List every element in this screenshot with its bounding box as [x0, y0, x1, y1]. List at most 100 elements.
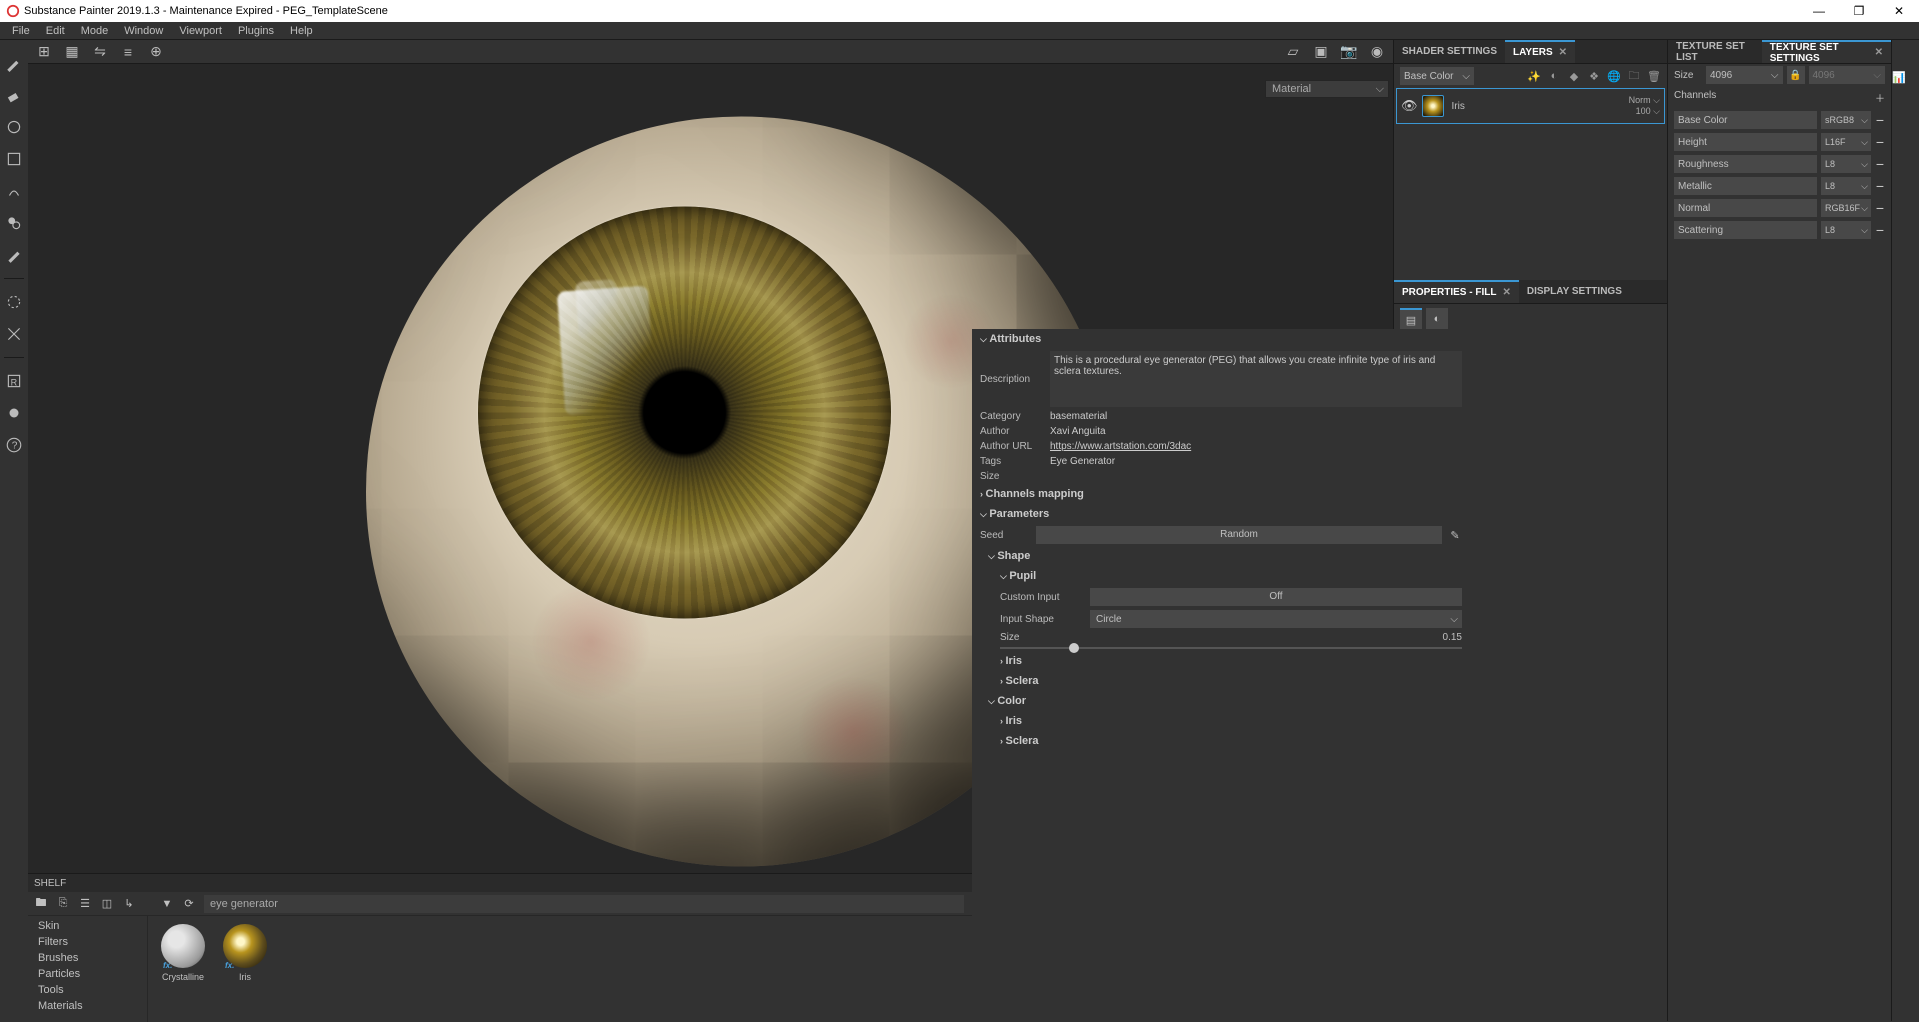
section-shape-sclera[interactable]: Sclera — [972, 671, 1470, 691]
shelf-tree-item[interactable]: Filters — [38, 936, 147, 948]
delete-icon[interactable]: 🗑 — [1647, 69, 1661, 83]
shelf-tree-item[interactable]: Particles — [38, 968, 147, 980]
channel-dropdown[interactable]: Base Color — [1400, 67, 1474, 85]
minimize-button[interactable]: — — [1799, 0, 1839, 22]
shelf-tree-item[interactable]: Skin — [38, 920, 147, 932]
layer-misc-icon[interactable]: ◆ — [1567, 69, 1581, 83]
remove-channel-icon[interactable]: − — [1875, 200, 1885, 216]
resource-icon[interactable]: R — [5, 372, 23, 390]
section-channels-mapping[interactable]: Channels mapping — [972, 484, 1470, 504]
menu-help[interactable]: Help — [282, 25, 321, 37]
edit-seed-icon[interactable]: ✎ — [1448, 528, 1462, 542]
channel-format-dropdown[interactable]: L8 — [1821, 155, 1871, 173]
material-picker-icon[interactable] — [5, 246, 23, 264]
shelf-tree-item[interactable]: Brushes — [38, 952, 147, 964]
proj-mode-material-icon[interactable]: ◐ — [1426, 308, 1448, 330]
tab-shader-settings[interactable]: SHADER SETTINGS — [1394, 40, 1505, 63]
brush-tool-icon[interactable] — [5, 54, 23, 72]
layer-visibility-icon[interactable]: 👁 — [1401, 98, 1418, 114]
menu-window[interactable]: Window — [116, 25, 171, 37]
shelf-tree-item[interactable]: Tools — [38, 984, 147, 996]
section-parameters[interactable]: Parameters — [972, 504, 1470, 524]
channel-name[interactable]: Base Color — [1674, 111, 1817, 129]
shelf-assets-icon[interactable]: ◫ — [100, 897, 114, 911]
menu-viewport[interactable]: Viewport — [171, 25, 230, 37]
menu-mode[interactable]: Mode — [73, 25, 117, 37]
mask-icon[interactable]: ◐ — [1547, 69, 1561, 83]
projection-tool-icon[interactable] — [5, 118, 23, 136]
shelf-new-icon[interactable]: ↳ — [122, 897, 136, 911]
section-shape-iris[interactable]: Iris — [972, 651, 1470, 671]
bake-icon[interactable] — [5, 293, 23, 311]
channel-name[interactable]: Normal — [1674, 199, 1817, 217]
channel-format-dropdown[interactable]: L8 — [1821, 177, 1871, 195]
section-color-sclera[interactable]: Sclera — [972, 731, 1470, 751]
shelf-tree-item[interactable]: Materials — [38, 1000, 147, 1012]
remove-channel-icon[interactable]: − — [1875, 112, 1885, 128]
layer-misc2-icon[interactable]: ❖ — [1587, 69, 1601, 83]
camera-icon[interactable]: 📷 — [1339, 42, 1359, 62]
tab-properties-fill[interactable]: PROPERTIES - FILL✕ — [1394, 280, 1519, 303]
menu-edit[interactable]: Edit — [38, 25, 73, 37]
remove-channel-icon[interactable]: − — [1875, 156, 1885, 172]
section-color[interactable]: Color — [972, 691, 1470, 711]
channel-format-dropdown[interactable]: L8 — [1821, 221, 1871, 239]
description-textarea[interactable] — [1050, 351, 1462, 407]
smudge-tool-icon[interactable] — [5, 182, 23, 200]
menu-file[interactable]: File — [4, 25, 38, 37]
custom-input-toggle[interactable]: Off — [1090, 588, 1462, 606]
shelf-home-icon[interactable]: 🖿 — [34, 897, 48, 911]
iray-icon[interactable] — [5, 404, 23, 422]
proj-mode-fill-icon[interactable]: ▤ — [1400, 308, 1422, 330]
perspective-icon[interactable]: ▱ — [1283, 42, 1303, 62]
close-icon[interactable]: ✕ — [1875, 47, 1883, 58]
lock-icon[interactable]: 🔒 — [1787, 66, 1805, 84]
globe-icon[interactable]: 🌐 — [1607, 69, 1621, 83]
tool-x-icon[interactable] — [5, 325, 23, 343]
grid-icon[interactable]: ▦ — [62, 42, 82, 62]
pupil-size-slider[interactable] — [1000, 647, 1462, 649]
tab-texture-set-list[interactable]: TEXTURE SET LIST — [1668, 40, 1762, 63]
folder-icon[interactable]: 🗀 — [1627, 69, 1641, 83]
ts-size-dropdown[interactable]: 4096 — [1706, 66, 1783, 84]
section-shape[interactable]: Shape — [972, 546, 1470, 566]
histogram-icon[interactable]: 📊 — [1892, 70, 1906, 84]
remove-channel-icon[interactable]: − — [1875, 178, 1885, 194]
input-shape-dropdown[interactable]: Circle — [1090, 610, 1462, 628]
remove-channel-icon[interactable]: − — [1875, 134, 1885, 150]
channel-name[interactable]: Scattering — [1674, 221, 1817, 239]
tab-display-settings[interactable]: DISPLAY SETTINGS — [1519, 280, 1630, 303]
clone-tool-icon[interactable] — [5, 214, 23, 232]
layer-opacity[interactable]: 100 — [1636, 106, 1651, 116]
close-icon[interactable]: ✕ — [1502, 287, 1510, 298]
grid-snap-icon[interactable]: ⊞ — [34, 42, 54, 62]
render-icon[interactable]: ◉ — [1367, 42, 1387, 62]
close-window-button[interactable]: ✕ — [1879, 0, 1919, 22]
add-channel-icon[interactable]: ＋ — [1875, 90, 1885, 105]
shelf-item-crystalline[interactable]: fx. Crystalline — [158, 924, 208, 1014]
tab-texture-set-settings[interactable]: TEXTURE SET SETTINGS✕ — [1762, 40, 1891, 63]
viewport-channel-dropdown[interactable]: Material — [1265, 80, 1389, 98]
random-seed-button[interactable]: Random — [1036, 526, 1442, 544]
section-attributes[interactable]: Attributes — [972, 329, 1470, 349]
help-icon[interactable]: ? — [5, 436, 23, 454]
shelf-search-input[interactable] — [204, 895, 964, 913]
layer-row-iris[interactable]: 👁 Iris Norm ⌵ 100 ⌵ — [1396, 88, 1665, 124]
section-color-iris[interactable]: Iris — [972, 711, 1470, 731]
channel-name[interactable]: Metallic — [1674, 177, 1817, 195]
channel-format-dropdown[interactable]: RGB16F — [1821, 199, 1871, 217]
layer-blendmode[interactable]: Norm — [1629, 95, 1651, 105]
channel-format-dropdown[interactable]: sRGB8 — [1821, 111, 1871, 129]
shelf-collection-icon[interactable]: ☰ — [78, 897, 92, 911]
camera-projection-icon[interactable]: ▣ — [1311, 42, 1331, 62]
tab-layers[interactable]: LAYERS✕ — [1505, 40, 1575, 63]
channel-format-dropdown[interactable]: L16F — [1821, 133, 1871, 151]
shelf-import-icon[interactable]: ⎘ — [56, 897, 70, 911]
remove-channel-icon[interactable]: − — [1875, 222, 1885, 238]
effect-icon[interactable]: ✨ — [1527, 69, 1541, 83]
shelf-item-iris[interactable]: fx. Iris — [220, 924, 270, 1014]
shelf-refresh-icon[interactable]: ⟳ — [182, 897, 196, 911]
section-pupil[interactable]: Pupil — [972, 566, 1470, 586]
align-icon[interactable]: ≡ — [118, 42, 138, 62]
maximize-button[interactable]: ❐ — [1839, 0, 1879, 22]
